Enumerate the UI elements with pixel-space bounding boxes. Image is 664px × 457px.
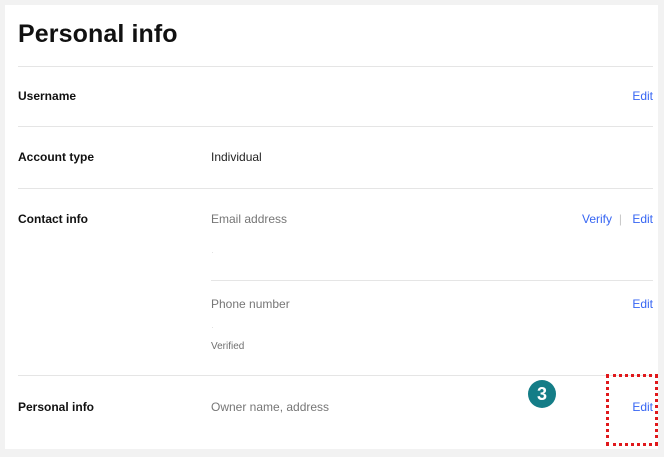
personal-info-card: Personal info Username Edit Account type… — [5, 5, 658, 449]
account-type-value: Individual — [211, 150, 262, 164]
link-separator: | — [618, 212, 622, 226]
username-edit-link[interactable]: Edit — [632, 89, 653, 103]
step-number-badge: 3 — [528, 380, 556, 408]
contact-info-label: Contact info — [18, 212, 88, 226]
username-label: Username — [18, 89, 77, 103]
divider — [18, 188, 653, 189]
divider — [18, 375, 653, 376]
divider — [211, 280, 653, 281]
divider — [18, 66, 653, 67]
personal-info-label: Personal info — [18, 400, 95, 414]
masked-email-placeholder — [212, 252, 213, 253]
email-verify-link[interactable]: Verify — [582, 212, 612, 226]
divider — [18, 126, 653, 127]
personal-info-edit-link[interactable]: Edit — [632, 400, 653, 414]
page-title: Personal info — [18, 20, 178, 48]
phone-status: Verified — [211, 341, 245, 352]
email-edit-link[interactable]: Edit — [632, 212, 653, 226]
email-address-label: Email address — [211, 212, 288, 226]
page-frame: Personal info Username Edit Account type… — [0, 0, 664, 457]
phone-number-label: Phone number — [211, 297, 290, 311]
masked-phone-placeholder — [212, 327, 213, 328]
phone-edit-link[interactable]: Edit — [632, 297, 653, 311]
account-type-label: Account type — [18, 150, 95, 164]
personal-info-value: Owner name, address — [211, 400, 330, 414]
